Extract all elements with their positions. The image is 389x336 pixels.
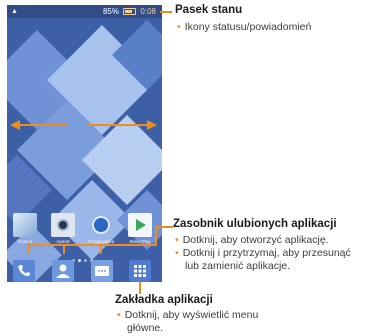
apps-grid-icon[interactable] [129,260,151,282]
swipe-left-arrow-icon [10,120,68,130]
app-gallery[interactable]: Galeria [9,213,41,244]
apps-tab-callout-line [139,282,141,294]
favorites-callout-line [155,226,173,228]
status-bar: ▲ 85% 0:08 [7,5,162,18]
favorites-heading: Zasobnik ulubionych aplikacji [173,218,337,230]
status-bar-heading: Pasek stanu [175,4,243,16]
page-dot [78,259,81,262]
favorites-callout-drop-1 [27,244,29,254]
favorites-bullet-1: • Dotknij, aby otworzyć aplikację. [175,234,329,246]
swipe-right-arrow-icon [87,120,157,130]
gallery-icon [13,213,37,237]
page-dot [84,259,87,262]
phone-screen: ▲ 85% 0:08 Galeria Aparat Przeglądarka S… [7,5,162,282]
app-play-store[interactable]: Sklep Play [124,213,156,244]
play-store-icon [128,213,152,237]
apps-tab-heading: Zakładka aplikacji [115,294,213,306]
app-browser[interactable]: Przeglądarka [85,213,117,244]
favorites-callout-drop-2 [63,244,65,254]
status-callout-line [160,11,172,13]
favorites-bullet-2-cont: lub zamienić aplikacje. [185,260,291,272]
favorites-bullet-2: • Dotknij i przytrzymaj, aby przesunąć [175,247,351,259]
clock: 0:08 [140,7,156,16]
apps-tab-bullet: • Dotknij, aby wyświetlić menu [117,309,259,321]
messages-icon[interactable] [91,260,113,282]
favorites-callout-drop-3 [100,244,102,254]
battery-icon [123,8,137,16]
contacts-icon[interactable] [52,260,74,282]
phone-icon[interactable] [13,260,35,282]
apps-tab-bullet-cont: główne. [127,322,164,334]
app-camera[interactable]: Aparat [47,213,79,244]
status-bar-bullet: • Ikony statusu/powiadomień [177,21,312,33]
battery-percent: 85% [102,7,119,16]
favorites-callout-horizontal [27,244,155,246]
favorites-callout-riser [155,226,157,246]
camera-icon [51,213,75,237]
notification-icon: ▲ [11,8,18,15]
browser-icon [89,213,113,237]
